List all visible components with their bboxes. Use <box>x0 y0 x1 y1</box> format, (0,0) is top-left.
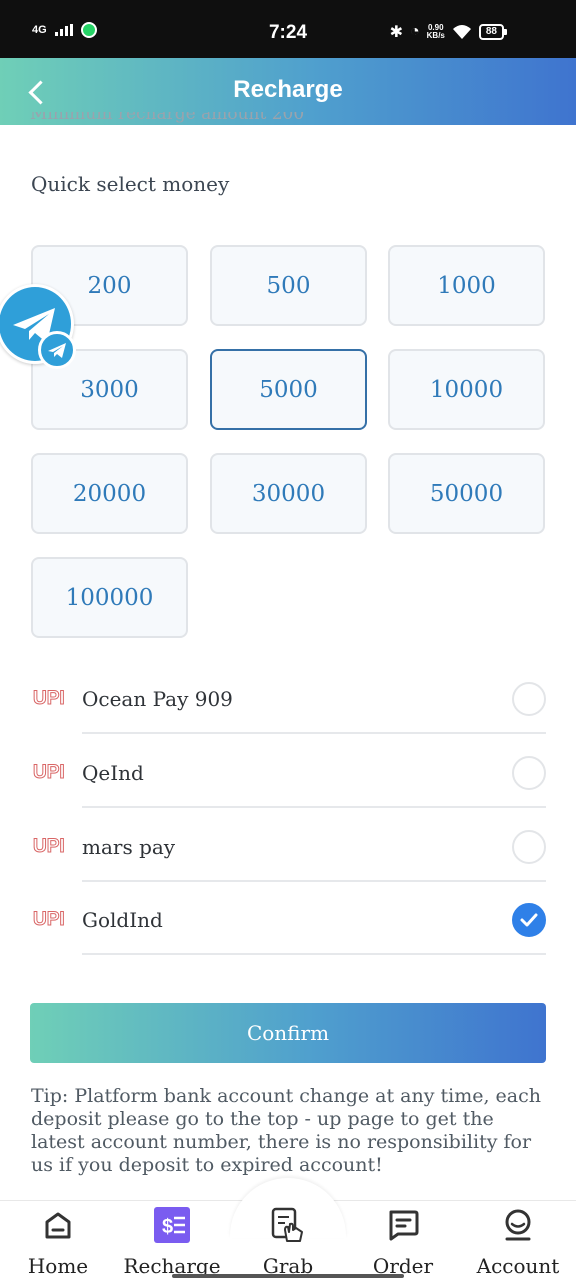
nav-item-order[interactable]: Order <box>348 1206 458 1278</box>
payment-option-mars-pay[interactable]: UPI mars pay <box>30 808 546 882</box>
tip-text: Tip: Platform bank account change at any… <box>31 1085 541 1176</box>
payment-name: GoldInd <box>82 908 163 932</box>
telegram-badge-icon <box>38 331 76 369</box>
bluetooth-icon: ✱ <box>389 24 403 41</box>
network-speed: 0.90 KB/s <box>426 23 445 40</box>
amount-option[interactable]: 10000 <box>388 349 545 430</box>
payment-option-goldind[interactable]: UPI GoldInd <box>30 881 546 955</box>
amount-option-selected[interactable]: 5000 <box>210 349 367 430</box>
svg-text:$: $ <box>162 1216 173 1238</box>
amount-option[interactable]: 50000 <box>388 453 545 534</box>
upi-logo-icon: UPI <box>33 688 66 710</box>
amount-option[interactable]: 100000 <box>31 557 188 638</box>
radio-button[interactable] <box>512 682 546 716</box>
amount-option[interactable]: 20000 <box>31 453 188 534</box>
telegram-button[interactable] <box>0 284 76 369</box>
alarm-icon: ◔ <box>409 23 420 40</box>
amount-option[interactable]: 1000 <box>388 245 545 326</box>
amount-option[interactable]: 30000 <box>210 453 367 534</box>
nav-item-grab[interactable]: Grab <box>233 1206 343 1278</box>
account-icon <box>505 1209 531 1241</box>
battery-icon: 88 <box>478 24 508 40</box>
radio-button-checked[interactable] <box>512 903 546 937</box>
payment-option-ocean-pay-909[interactable]: UPI Ocean Pay 909 <box>30 660 546 734</box>
radio-button[interactable] <box>512 756 546 790</box>
page-title: Recharge <box>233 76 343 103</box>
status-bar: 4G 7:24 ✱ ◔ 0.90 KB/s 88 <box>0 0 576 58</box>
checkmark-icon <box>520 913 538 927</box>
status-right: ✱ ◔ 0.90 KB/s 88 <box>389 22 508 42</box>
wifi-icon <box>452 25 471 39</box>
upi-logo-icon: UPI <box>33 836 66 858</box>
quick-select-title: Quick select money <box>31 172 230 196</box>
radio-button[interactable] <box>512 830 546 864</box>
gesture-home-bar[interactable] <box>172 1274 404 1278</box>
payment-name: QeInd <box>82 761 144 785</box>
upi-logo-icon: UPI <box>33 909 66 931</box>
nav-item-recharge[interactable]: $ Recharge <box>117 1206 227 1278</box>
order-icon <box>389 1210 419 1241</box>
confirm-button[interactable]: Confirm <box>30 1003 546 1063</box>
payment-name: mars pay <box>82 835 176 859</box>
amount-option[interactable]: 500 <box>210 245 367 326</box>
home-icon <box>45 1212 71 1239</box>
divider <box>82 953 546 955</box>
nav-label: Home <box>27 1254 89 1278</box>
clipped-hint-text: Minimum recharge amount 200 <box>30 112 305 124</box>
payment-option-qeind[interactable]: UPI QeInd <box>30 734 546 808</box>
payment-name: Ocean Pay 909 <box>82 687 233 711</box>
nav-item-home[interactable]: Home <box>3 1206 113 1278</box>
upi-logo-icon: UPI <box>33 762 66 784</box>
nav-item-account[interactable]: Account <box>463 1206 573 1278</box>
grab-icon <box>271 1207 303 1242</box>
recharge-icon: $ <box>154 1207 190 1243</box>
nav-label: Account <box>476 1254 560 1278</box>
